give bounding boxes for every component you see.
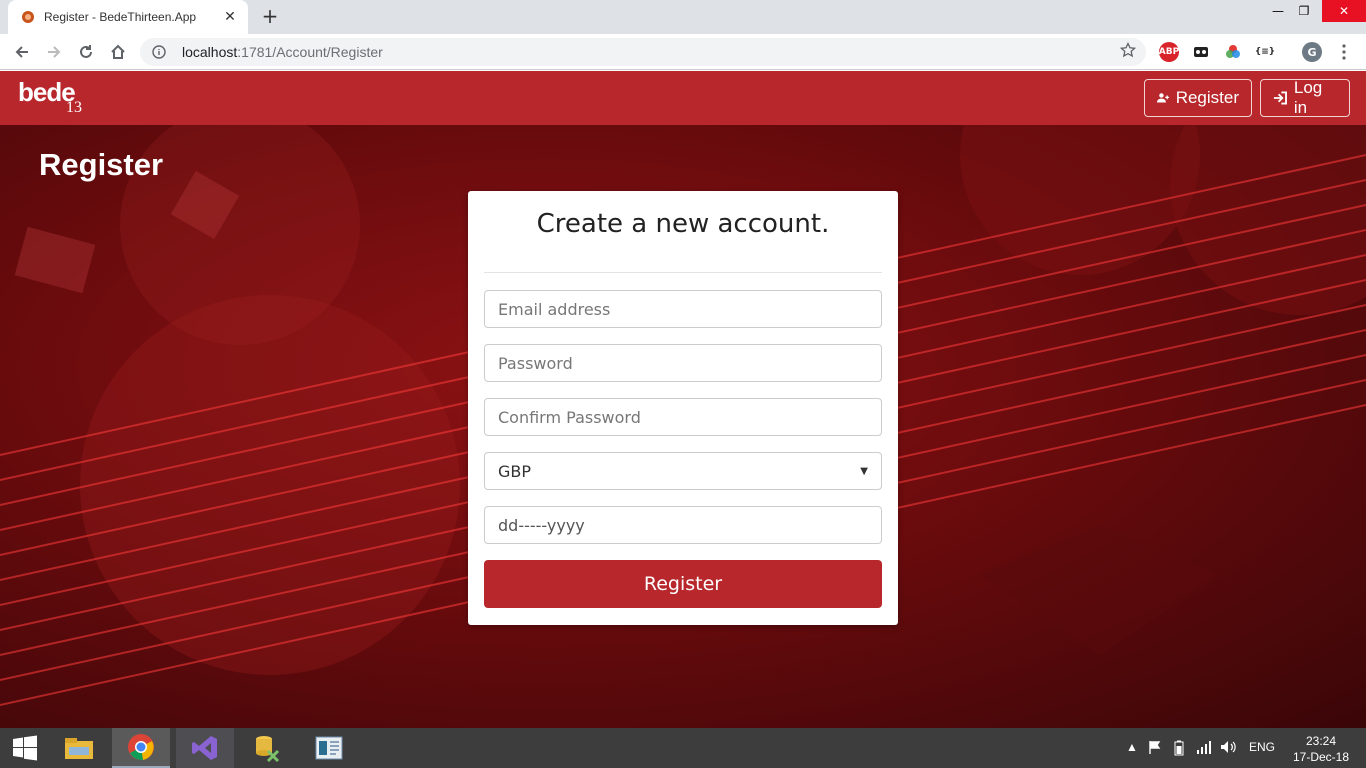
flag-icon[interactable] xyxy=(1148,740,1162,757)
nav-login-label: Log in xyxy=(1293,78,1323,117)
form-divider xyxy=(484,272,882,273)
currency-selected-value: GBP xyxy=(498,461,532,481)
app-navbar: bede 13 Register Log in xyxy=(0,71,1366,125)
site-info-icon[interactable] xyxy=(150,43,168,61)
chrome-taskbar-icon[interactable] xyxy=(112,728,170,768)
confirm-password-field[interactable]: Confirm Password xyxy=(484,398,882,436)
database-tools-icon[interactable] xyxy=(238,728,296,768)
nav-login-button[interactable]: Log in xyxy=(1260,78,1350,117)
url-text: localhost:1781/Account/Register xyxy=(182,44,1120,60)
clock-date: 17-Dec-18 xyxy=(1292,750,1350,764)
email-field[interactable]: Email address xyxy=(484,290,882,328)
tab-title: Register - BedeThirteen.App xyxy=(44,10,197,24)
url-path: :1781/Account/Register xyxy=(237,44,383,60)
url-host: localhost xyxy=(182,44,238,60)
browser-toolbar: localhost:1781/Account/Register ABP {≡} … xyxy=(0,34,1366,70)
network-signal-icon[interactable] xyxy=(1196,740,1212,757)
page-title: Register xyxy=(39,147,164,182)
nav-register-label: Register xyxy=(1175,88,1239,107)
windows-start-icon[interactable] xyxy=(0,728,50,768)
nav-register-button[interactable]: Register xyxy=(1144,79,1252,117)
taskbar-clock[interactable]: 23:24 17-Dec-18 xyxy=(1290,733,1352,765)
home-icon[interactable] xyxy=(105,40,131,64)
back-icon[interactable] xyxy=(9,40,35,64)
extension-face-icon[interactable] xyxy=(1191,42,1211,62)
reload-icon[interactable] xyxy=(73,40,99,64)
windows-taskbar: ▲ ENG 23:24 17-Dec-18 xyxy=(0,728,1366,768)
battery-icon[interactable] xyxy=(1172,740,1186,759)
document-app-icon[interactable] xyxy=(300,728,358,768)
currency-select[interactable]: GBP ▼ xyxy=(484,452,882,490)
profile-avatar[interactable]: G xyxy=(1302,42,1322,62)
logo-number: 13 xyxy=(66,99,82,116)
date-of-birth-field[interactable]: dd-----yyyy xyxy=(484,506,882,544)
address-bar[interactable]: localhost:1781/Account/Register xyxy=(140,38,1146,66)
chevron-down-icon: ▼ xyxy=(860,465,868,477)
restore-button[interactable]: ❐ xyxy=(1282,0,1326,22)
language-indicator[interactable]: ENG xyxy=(1249,740,1275,754)
adblock-plus-icon[interactable]: ABP xyxy=(1159,42,1179,62)
bede13-logo[interactable]: bede 13 xyxy=(18,77,82,116)
browser-tab-strip: Register - BedeThirteen.App ✕ + — ❐ ✕ xyxy=(0,0,1366,34)
color-picker-icon[interactable] xyxy=(1223,42,1243,62)
sign-in-icon xyxy=(1273,91,1287,105)
register-form-card: Create a new account. Email address Pass… xyxy=(468,191,898,625)
site-favicon-icon xyxy=(20,9,36,25)
password-field[interactable]: Password xyxy=(484,344,882,382)
browser-tab[interactable]: Register - BedeThirteen.App ✕ xyxy=(8,0,248,34)
clock-time: 23:24 xyxy=(1305,734,1337,748)
json-viewer-icon[interactable]: {≡} xyxy=(1255,42,1275,62)
user-plus-icon xyxy=(1157,93,1170,103)
form-heading: Create a new account. xyxy=(536,209,830,239)
bookmark-star-icon[interactable] xyxy=(1119,41,1137,62)
tab-close-icon[interactable]: ✕ xyxy=(222,9,238,25)
page-background: Register Create a new account. Email add… xyxy=(0,125,1366,728)
close-window-button[interactable]: ✕ xyxy=(1322,0,1366,22)
file-explorer-icon[interactable] xyxy=(50,728,108,768)
menu-kebab-icon[interactable] xyxy=(1334,42,1354,62)
new-tab-button[interactable]: + xyxy=(258,5,282,29)
forward-icon[interactable] xyxy=(41,40,67,64)
visual-studio-icon[interactable] xyxy=(176,728,234,768)
volume-icon[interactable] xyxy=(1220,740,1236,757)
register-submit-button[interactable]: Register xyxy=(484,560,882,608)
tray-overflow-icon[interactable]: ▲ xyxy=(1126,740,1138,754)
